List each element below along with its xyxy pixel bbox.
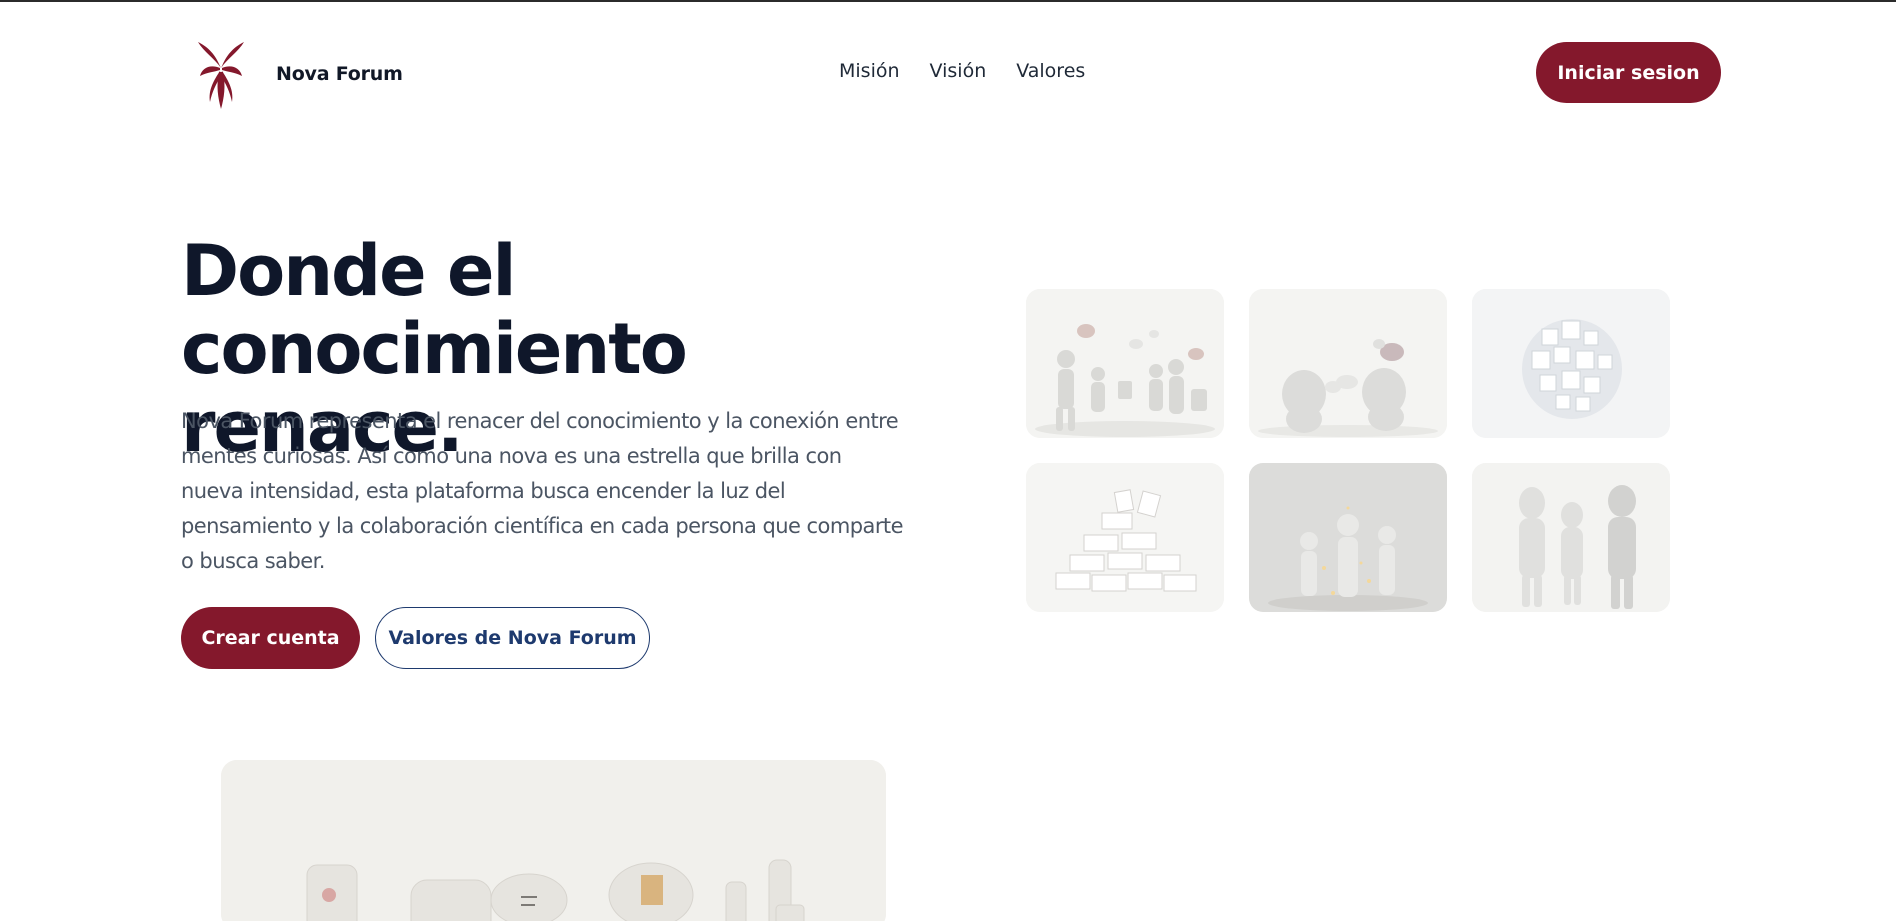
hero-description: Nova Forum representa el renacer del con… xyxy=(181,409,904,573)
nav-item-mision[interactable]: Misión xyxy=(839,60,900,82)
figures-speech-bubbles-image xyxy=(1249,289,1447,438)
site-header: Nova Forum Misión Visión Valores Iniciar… xyxy=(0,2,1896,142)
stacked-books-image xyxy=(1026,463,1224,612)
nav-item-valores[interactable]: Valores xyxy=(1016,60,1085,82)
cubes-cluster-image xyxy=(1472,289,1670,438)
main-nav: Misión Visión Valores xyxy=(839,60,1085,82)
hero-cta-row: Crear cuenta Valores de Nova Forum xyxy=(181,607,650,669)
glowing-figures-image xyxy=(1249,463,1447,612)
butterfly-logo-icon xyxy=(198,42,244,109)
feature-image xyxy=(221,760,886,921)
brand[interactable]: Nova Forum xyxy=(196,38,403,110)
create-account-button[interactable]: Crear cuenta xyxy=(181,607,360,669)
nav-item-vision[interactable]: Visión xyxy=(930,60,987,82)
login-button[interactable]: Iniciar sesion xyxy=(1536,42,1721,103)
three-figures-image xyxy=(1472,463,1670,612)
brand-name: Nova Forum xyxy=(276,63,403,85)
values-button[interactable]: Valores de Nova Forum xyxy=(375,607,650,669)
image-gallery xyxy=(1026,289,1670,612)
hero-title-line-1: Donde el xyxy=(181,230,516,312)
people-chatting-image xyxy=(1026,289,1224,438)
